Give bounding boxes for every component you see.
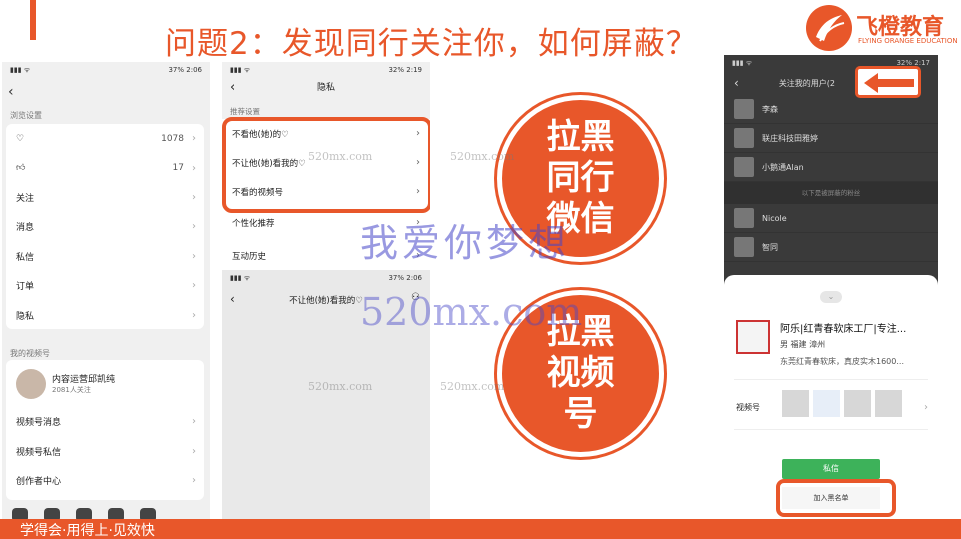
back-icon[interactable]: ‹ — [8, 84, 14, 100]
chevron-right-icon: › — [192, 250, 196, 262]
chevron-right-icon: › — [192, 309, 196, 321]
avatar — [734, 128, 754, 148]
chevron-right-icon: › — [192, 221, 196, 233]
list-item[interactable]: 李森 — [724, 95, 938, 124]
pointer-arrow-icon — [855, 66, 921, 98]
sheet-description: 东莞红青春软床，真皮实木1600... — [780, 357, 904, 366]
footer-slogan: 学得会·用得上·见效快 — [20, 523, 155, 539]
sheet-location: 男 福建 漳州 — [780, 340, 826, 349]
orders-row[interactable]: 订单 › — [6, 271, 204, 300]
thumbnail — [875, 390, 902, 417]
status-bar: ▮▮▮ ᯤ 37% 2:06 — [230, 273, 422, 283]
profile-name: 内容运营邱凯纯 — [52, 375, 116, 385]
chevron-right-icon: › — [924, 402, 928, 413]
channel-card: 内容运营邱凯纯 2081人关注 视频号消息 › 视频号私信 › 创作者中心 › — [6, 360, 204, 500]
blocked-divider: 以下是被屏蔽的粉丝 — [724, 182, 938, 204]
highlight-box — [776, 479, 896, 517]
signal-icon: ▮▮▮ ᯤ — [230, 65, 251, 74]
brand-logo: 飞橙教育 FLYING ORANGE EDUCATION — [806, 5, 958, 53]
thumbs-up-icon: 👍︎ — [16, 163, 26, 174]
channel-thumbnails[interactable] — [782, 390, 902, 417]
collapse-icon[interactable]: ⌄ — [820, 291, 842, 303]
avatar — [734, 237, 754, 257]
avatar — [736, 320, 770, 354]
section-recommend: 推荐设置 — [230, 107, 260, 116]
status-bar: ▮▮▮ ᯤ 37% 2:06 — [2, 62, 210, 78]
channel-private-row[interactable]: 视频号私信 › — [6, 436, 204, 465]
watermark-text: 我爱你梦想 — [360, 221, 571, 265]
thumbnail — [813, 390, 840, 417]
message-button[interactable]: 私信 — [782, 459, 880, 479]
watermark-small: 520mx.com — [440, 380, 505, 393]
thumbnail — [844, 390, 871, 417]
list-item[interactable]: 小鹅通Alan — [724, 153, 938, 182]
avatar — [734, 157, 754, 177]
chevron-right-icon: › — [192, 133, 196, 145]
back-icon[interactable]: ‹ — [734, 76, 739, 90]
accent-bar — [30, 0, 36, 40]
footer-bar: 学得会·用得上·见效快 — [0, 519, 961, 539]
logo-mark-icon — [806, 5, 852, 51]
channel-messages-row[interactable]: 视频号消息 › — [6, 407, 204, 436]
phone-followers-screen: ▮▮▮ ᯤ 32% 2:17 ‹ 关注我的用户(2 李森 联庄科技田雅婷 小鹅通… — [724, 55, 938, 517]
chevron-right-icon: › — [192, 191, 196, 203]
phone-settings-screen: ▮▮▮ ᯤ 37% 2:06 ‹ 浏览设置 ♡ 1078 › 👍︎ 17 › 关注 › 消… — [2, 62, 210, 522]
watermark-small: 520mx.com — [308, 380, 373, 393]
avatar — [16, 369, 46, 399]
sheet-name: 阿乐|红青春软床工厂|专注... — [780, 324, 907, 335]
signal-icon: ▮▮▮ ᯤ — [732, 58, 753, 67]
slide-title: 问题2：发现同行关注你，如何屏蔽？ — [165, 26, 698, 62]
watermark-url: 520mx.com — [360, 290, 583, 334]
highlight-box — [222, 117, 430, 213]
message-row[interactable]: 消息 › — [6, 212, 204, 241]
avatar — [734, 99, 754, 119]
followers-list: 李森 联庄科技田雅婷 小鹅通Alan 以下是被屏蔽的粉丝 Nicole 智同 — [724, 95, 938, 262]
chevron-right-icon: › — [192, 416, 196, 428]
logo-subtitle: FLYING ORANGE EDUCATION — [858, 37, 958, 45]
privacy-row[interactable]: 隐私 › — [6, 300, 204, 329]
follow-row[interactable]: 关注 › — [6, 183, 204, 212]
avatar — [734, 208, 754, 228]
divider — [734, 379, 928, 380]
battery-level: 37% — [168, 66, 185, 74]
list-item[interactable]: Nicole — [724, 204, 938, 233]
settings-card: ♡ 1078 › 👍︎ 17 › 关注 › 消息 › 私信 › 订单 › 隐私 › — [6, 124, 204, 329]
privacy-header: 隐私 — [316, 83, 335, 93]
channel-label: 视频号 — [736, 403, 760, 412]
status-time: 2:06 — [186, 66, 202, 74]
heart-icon: ♡ — [16, 133, 25, 144]
thumbnail — [782, 390, 809, 417]
list-item[interactable]: 智同 — [724, 233, 938, 262]
private-message-row[interactable]: 私信 › — [6, 242, 204, 271]
signal-icon: ▮▮▮ ᯤ — [10, 65, 31, 74]
chevron-right-icon: › — [192, 280, 196, 292]
status-bar: ▮▮▮ ᯤ 32% 2:19 — [230, 65, 422, 75]
watermark-small: 520mx.com — [450, 150, 515, 163]
list-item[interactable]: 联庄科技田雅婷 — [724, 124, 938, 153]
likes-row[interactable]: ♡ 1078 › — [6, 124, 204, 153]
section-browse: 浏览设置 — [10, 111, 42, 120]
creator-center-row[interactable]: 创作者中心 › — [6, 466, 204, 495]
divider — [734, 429, 928, 430]
watermark-small: 520mx.com — [308, 150, 373, 163]
profile-followers: 2081人关注 — [52, 386, 91, 394]
signal-icon: ▮▮▮ ᯤ — [230, 273, 251, 282]
chevron-right-icon: › — [192, 445, 196, 457]
chevron-right-icon: › — [192, 474, 196, 486]
chevron-right-icon: › — [192, 162, 196, 174]
thumbs-row[interactable]: 👍︎ 17 › — [6, 153, 204, 182]
section-channel: 我的视频号 — [10, 349, 50, 358]
